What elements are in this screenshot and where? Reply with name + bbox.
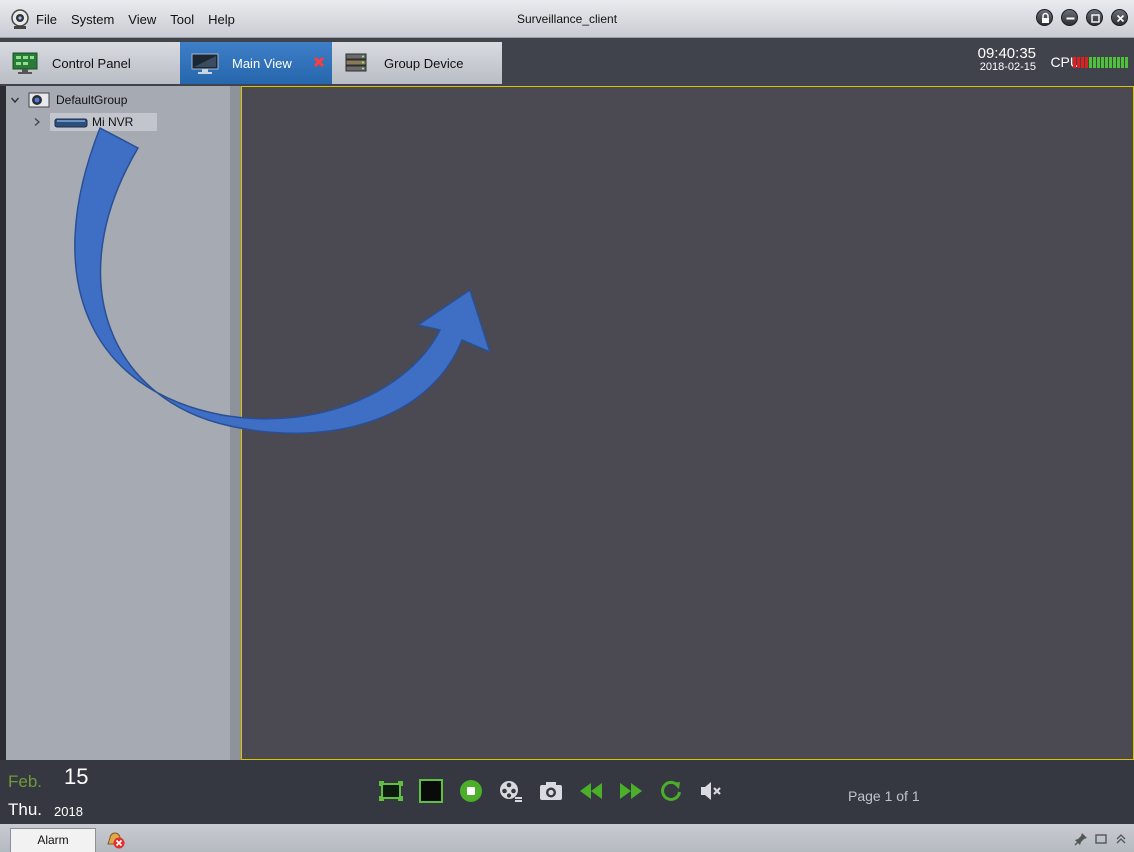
menu-tool[interactable]: Tool: [170, 12, 194, 27]
tab-main-view-label: Main View: [232, 55, 292, 71]
refresh-icon[interactable]: [658, 778, 684, 804]
panel-splitter[interactable]: [230, 86, 241, 760]
tab-bar: Control Panel Main View Group Device 09:…: [0, 38, 1134, 86]
menu-system[interactable]: System: [71, 12, 114, 27]
tree-item-mi-nvr[interactable]: Mi NVR: [32, 113, 158, 131]
menu-help[interactable]: Help: [208, 12, 235, 27]
fast-forward-icon[interactable]: [618, 778, 644, 804]
lock-icon: [1042, 12, 1049, 23]
cpu-meter-segment: [1093, 57, 1096, 68]
fullscreen-icon[interactable]: [378, 778, 404, 804]
cpu-meter-segment: [1073, 57, 1076, 68]
date-month: Feb.: [8, 772, 43, 791]
device-tree-panel: DefaultGroup Mi NVR: [6, 86, 230, 760]
cpu-meter-segment: [1125, 57, 1128, 68]
cpu-meter-segment: [1097, 57, 1100, 68]
stop-icon[interactable]: [458, 778, 484, 804]
snapshot-icon[interactable]: [538, 778, 564, 804]
tree-item-label: Mi NVR: [92, 115, 134, 129]
cpu-meter-segment: [1085, 57, 1088, 68]
cpu-meter-segment: [1113, 57, 1116, 68]
chevron-down-icon[interactable]: [10, 95, 20, 105]
tab-main-view[interactable]: Main View: [180, 42, 332, 84]
page-indicator: Page 1 of 1: [848, 788, 920, 804]
window-controls: [1036, 9, 1128, 26]
clock: 09:40:35 2018-02-15: [978, 46, 1036, 73]
tree-item-label: DefaultGroup: [56, 93, 128, 107]
menu-file[interactable]: File: [36, 12, 57, 27]
app-camera-icon: [11, 9, 29, 29]
nvr-icon: [54, 118, 88, 128]
single-screen-icon[interactable]: [418, 778, 444, 804]
cpu-meter-segment: [1081, 57, 1084, 68]
collapse-icon[interactable]: [1114, 832, 1128, 846]
cpu-meter-segment: [1105, 57, 1108, 68]
lock-button[interactable]: [1036, 9, 1053, 26]
tab-control-panel-label: Control Panel: [52, 55, 131, 71]
group-device-icon: [345, 53, 367, 72]
close-button[interactable]: [1111, 9, 1128, 26]
tab-control-panel[interactable]: Control Panel: [0, 42, 180, 84]
collapse-arrow-icon[interactable]: [232, 418, 237, 428]
cpu-meter-segment: [1077, 57, 1080, 68]
menu-view[interactable]: View: [128, 12, 156, 27]
monitor-icon: [191, 53, 219, 74]
cpu-meter-segment: [1101, 57, 1104, 68]
cpu-meter-segment: [1109, 57, 1112, 68]
close-icon: [1116, 14, 1125, 23]
tab-close-icon[interactable]: [312, 55, 326, 69]
record-icon[interactable]: [498, 778, 524, 804]
menu-bar: File System View Tool Help: [36, 0, 249, 38]
date-year: 2018: [54, 804, 83, 819]
status-bar: Alarm: [0, 824, 1134, 852]
camera-group-icon: [28, 92, 50, 108]
title-bar: File System View Tool Help Surveillance_…: [0, 0, 1134, 38]
maximize-button[interactable]: [1086, 9, 1103, 26]
tab-group-device-label: Group Device: [384, 55, 464, 71]
date-weekday: Thu.: [8, 800, 43, 819]
pin-icon[interactable]: [1074, 832, 1088, 846]
restore-icon[interactable]: [1094, 832, 1108, 846]
date-day: 15: [64, 764, 89, 789]
rewind-icon[interactable]: [578, 778, 604, 804]
alarm-off-icon[interactable]: [104, 828, 126, 850]
cpu-meter: [1073, 57, 1128, 68]
cpu-meter-segment: [1117, 57, 1120, 68]
cpu-meter-segment: [1121, 57, 1124, 68]
playback-toolbar: Feb. 15 Thu. 2018 Page 1 of 1: [0, 760, 1134, 824]
minimize-button[interactable]: [1061, 9, 1078, 26]
minimize-icon: [1066, 17, 1075, 20]
tab-group-device[interactable]: Group Device: [332, 42, 502, 84]
video-view-area[interactable]: [241, 86, 1134, 760]
control-panel-icon: [12, 52, 38, 74]
mute-icon[interactable]: [698, 778, 724, 804]
alarm-tab[interactable]: Alarm: [10, 828, 96, 852]
playback-controls: [378, 778, 724, 804]
clock-date: 2018-02-15: [979, 61, 1036, 73]
maximize-icon: [1091, 14, 1100, 23]
cpu-meter-segment: [1089, 57, 1092, 68]
clock-time: 09:40:35: [977, 45, 1036, 62]
selected-device[interactable]: Mi NVR: [50, 113, 158, 131]
chevron-right-icon[interactable]: [32, 117, 42, 127]
tree-item-defaultgroup[interactable]: DefaultGroup: [10, 92, 127, 108]
